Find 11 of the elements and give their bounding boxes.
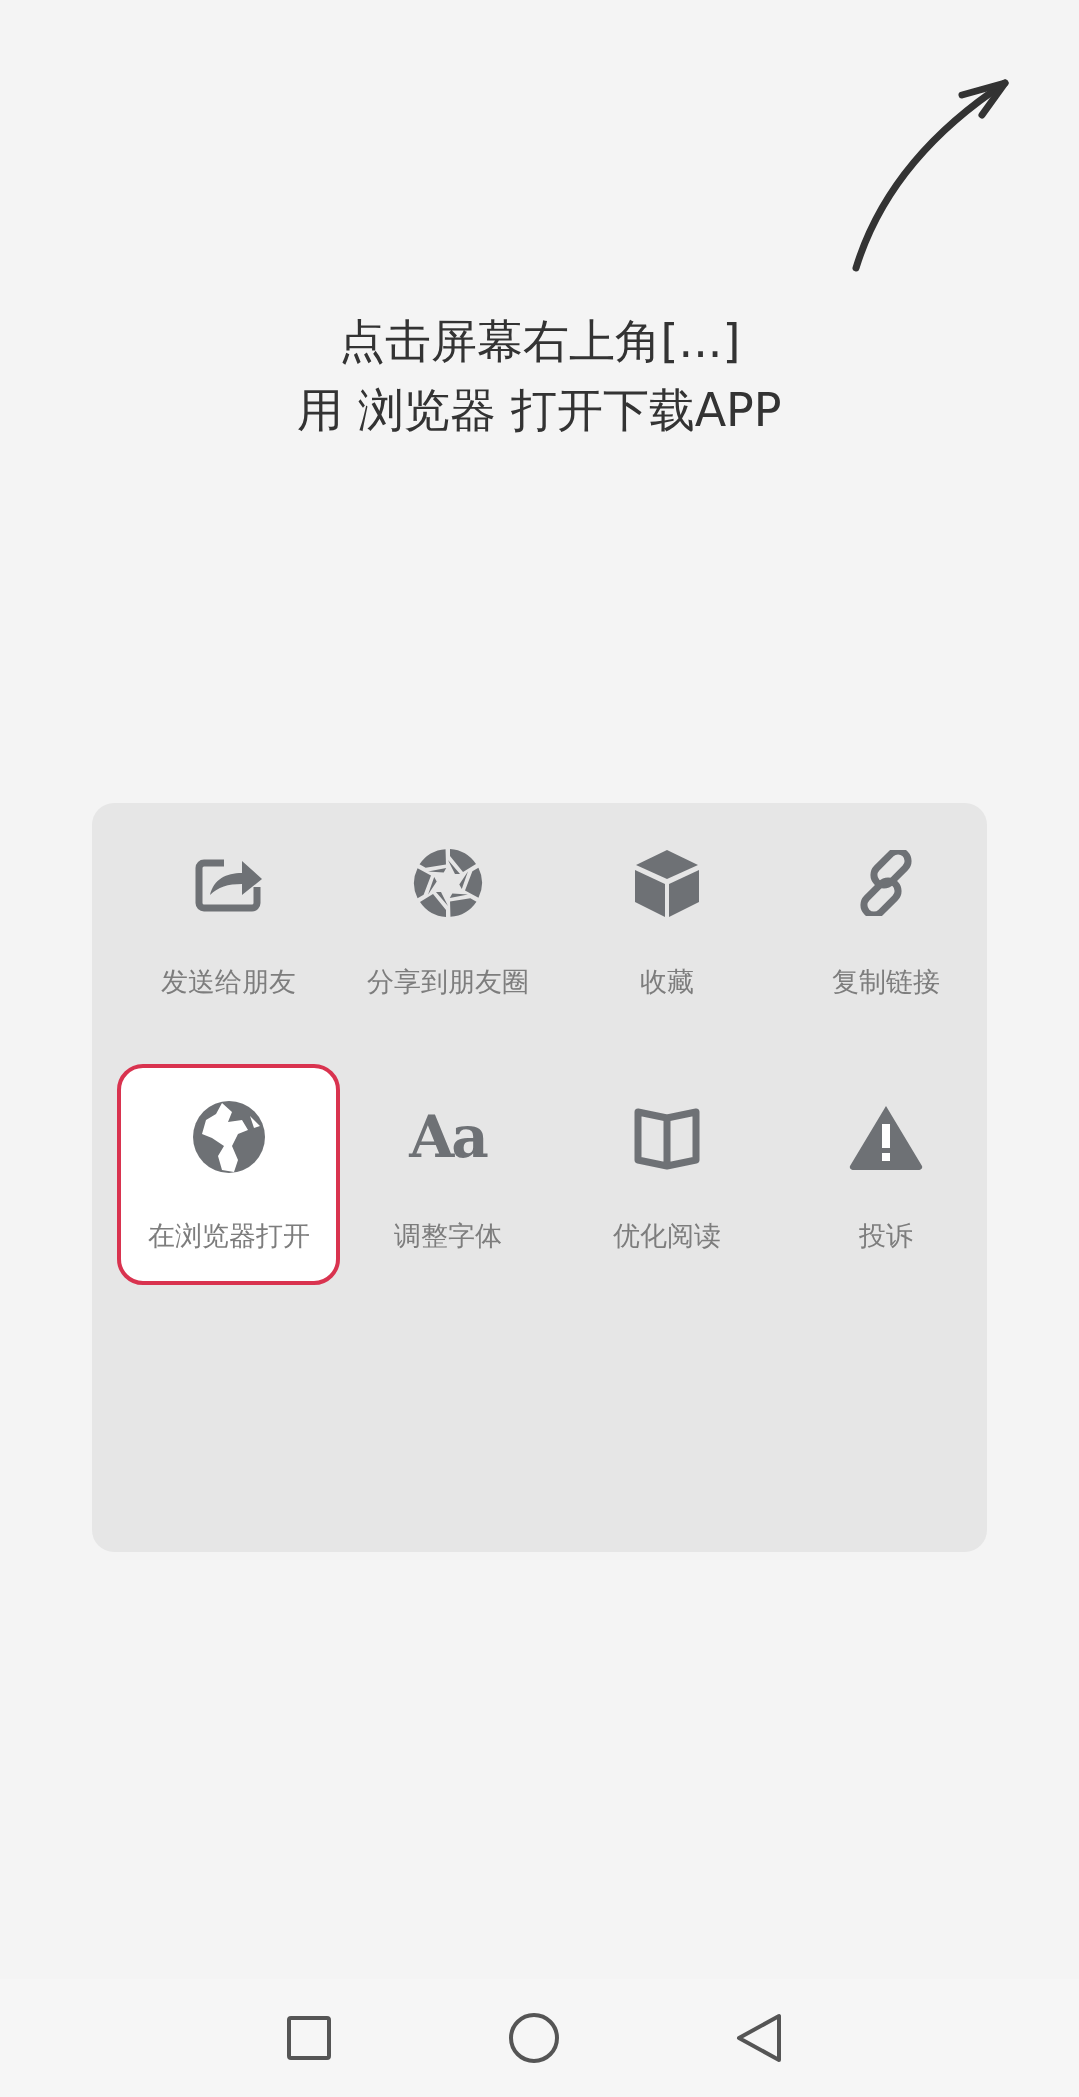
instruction-text: 用 浏览器 打开下载APP <box>297 382 782 439</box>
font-size-icon: Aa <box>409 1102 486 1172</box>
cube-icon <box>633 848 700 918</box>
warning-icon <box>848 1104 923 1170</box>
recents-button[interactable] <box>285 2014 333 2062</box>
instruction-text: 点击屏幕右上角[...] <box>338 313 741 370</box>
menu-item[interactable]: 在浏览器打开 <box>117 1064 340 1285</box>
aperture-icon <box>412 848 483 918</box>
globe-icon <box>191 1100 266 1174</box>
back-button[interactable] <box>735 2012 783 2064</box>
home-button[interactable] <box>508 2012 560 2064</box>
